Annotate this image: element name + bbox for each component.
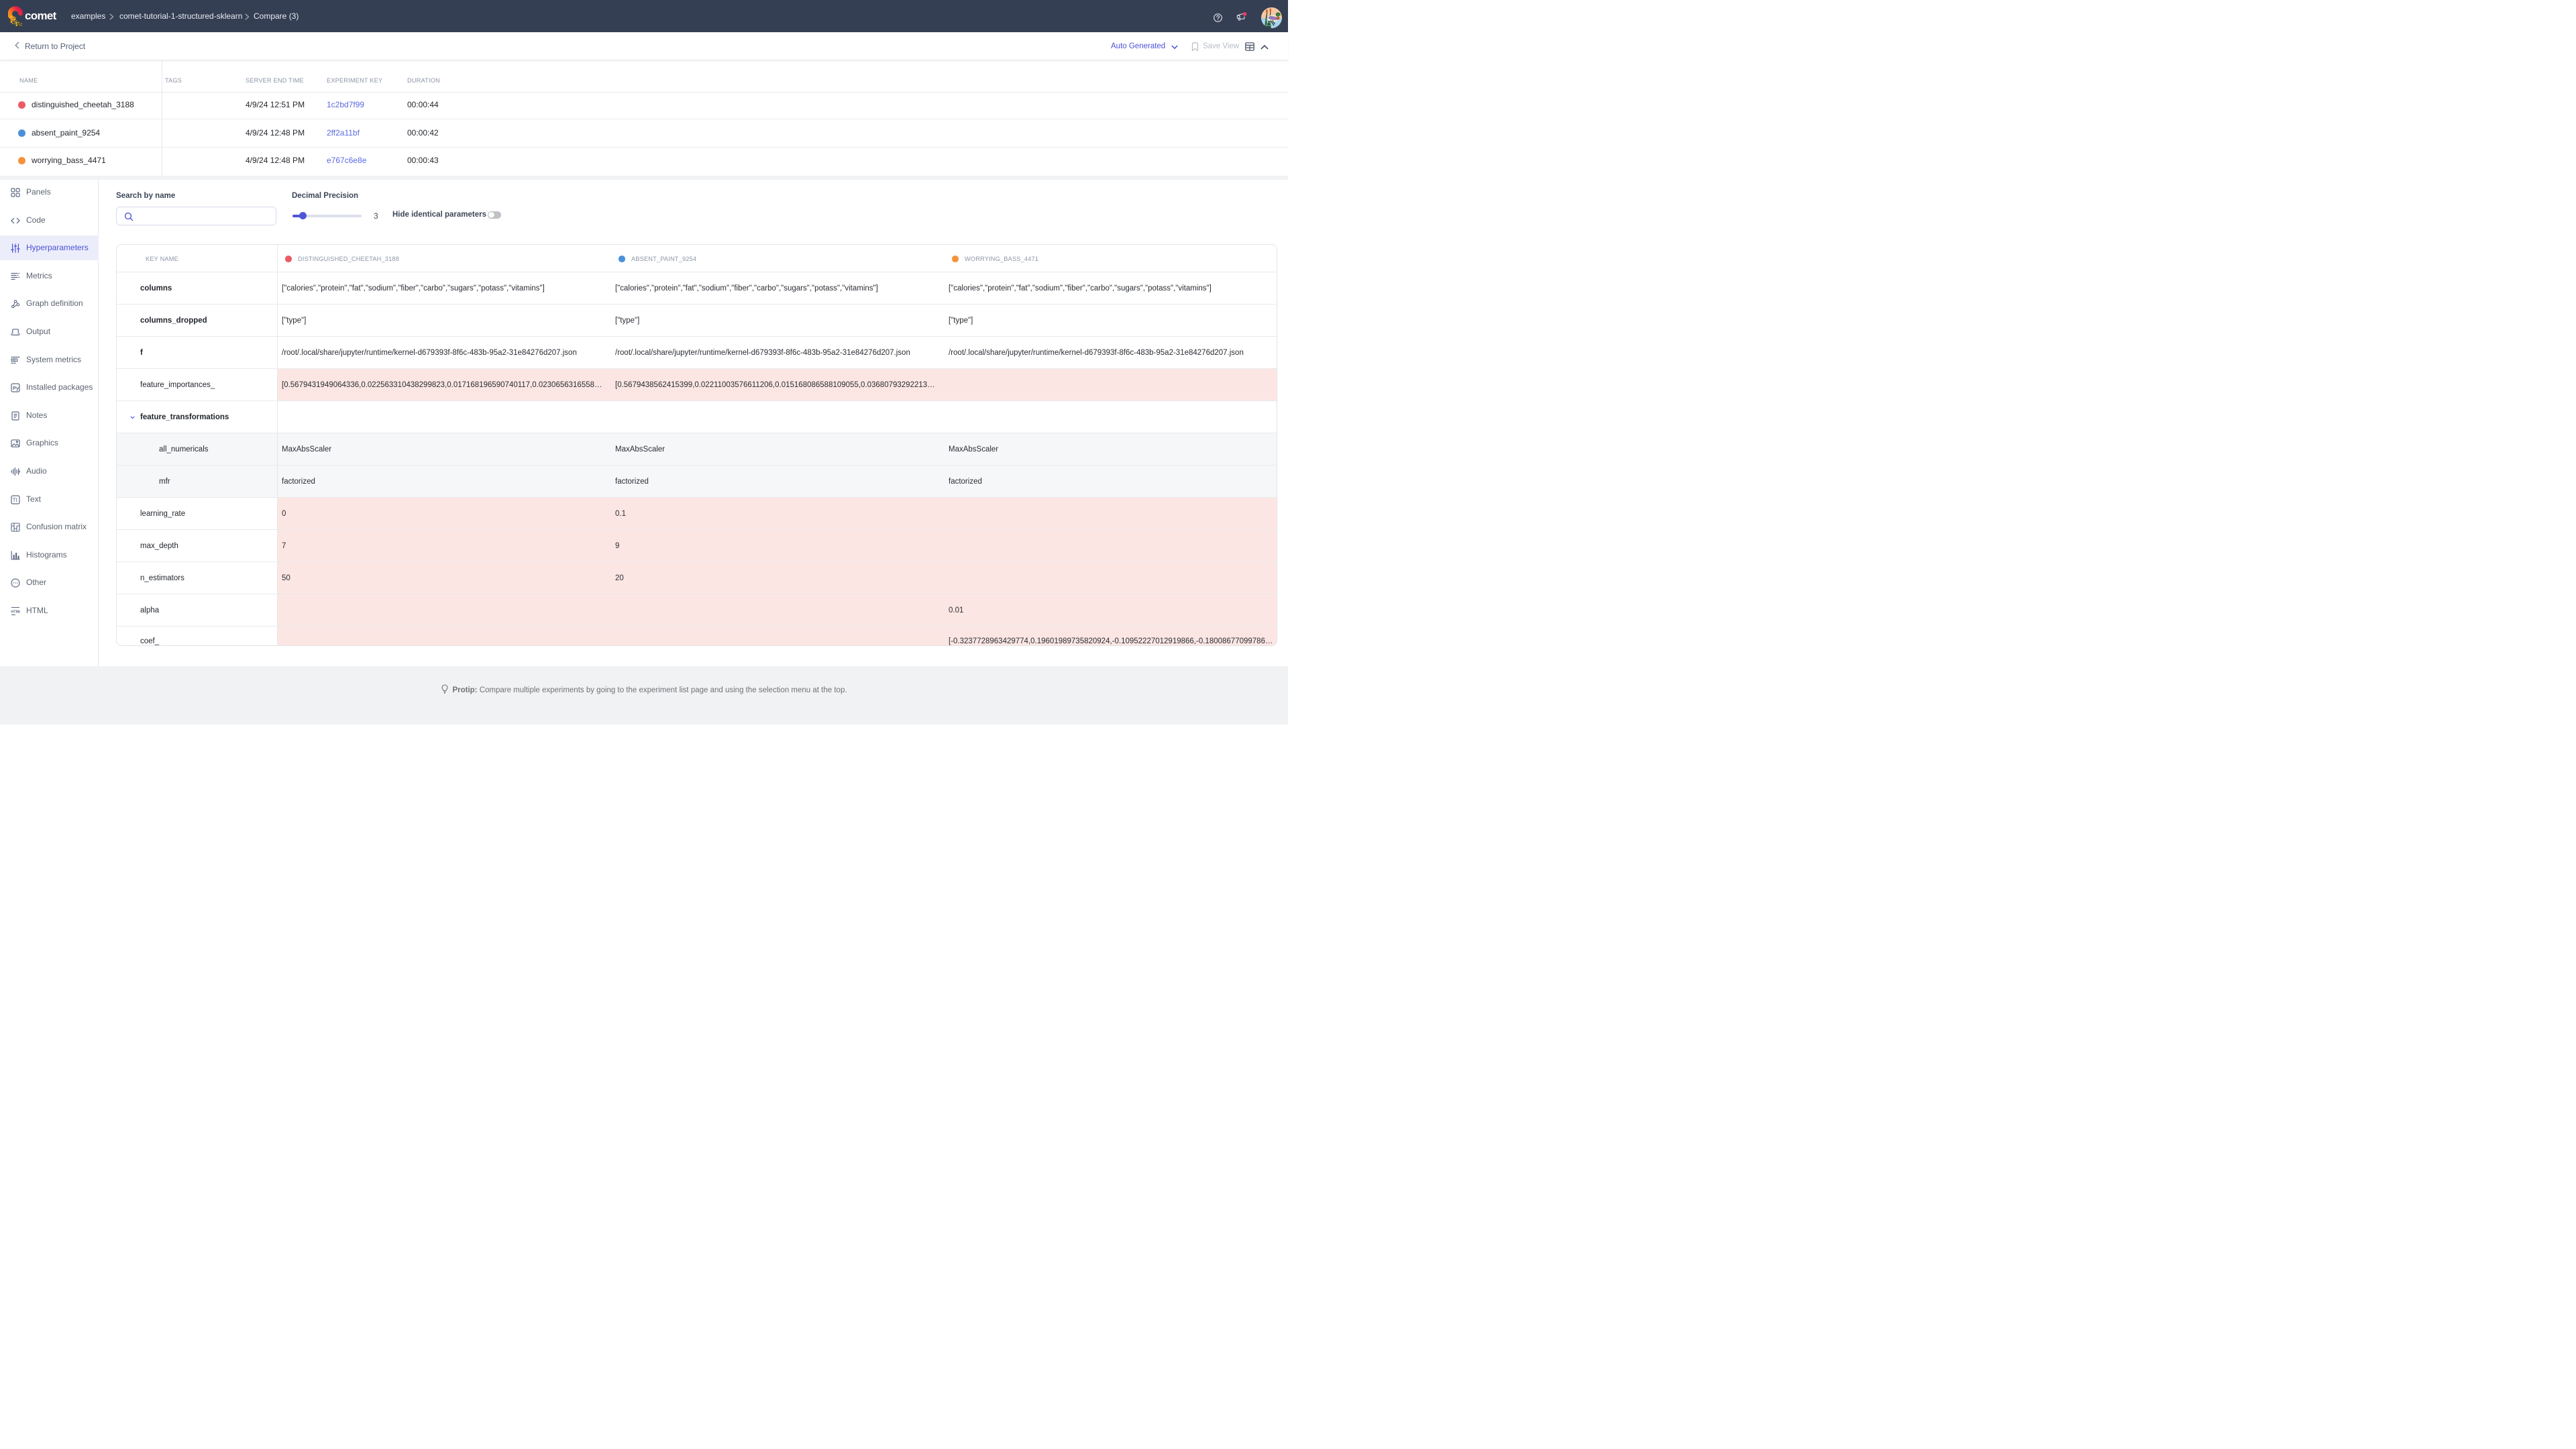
svg-text:Tt: Tt: [13, 497, 18, 503]
svg-text:Py: Py: [13, 385, 19, 391]
svg-text:HTML: HTML: [11, 610, 20, 614]
